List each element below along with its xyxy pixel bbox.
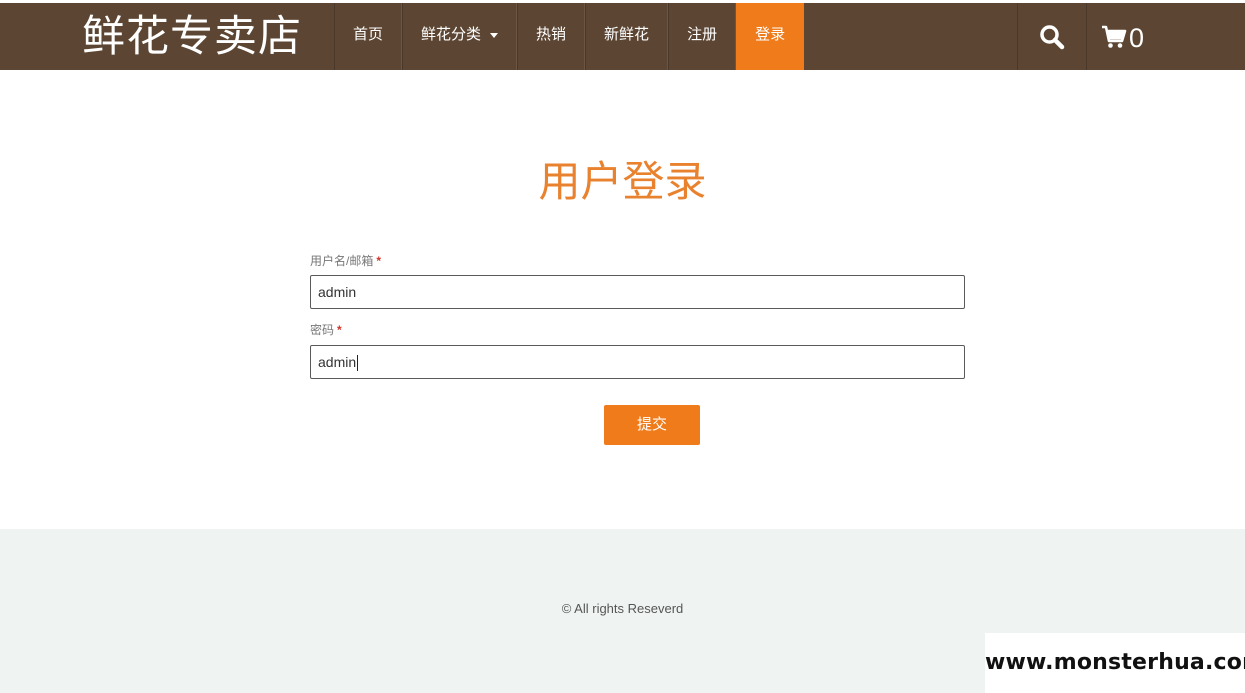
nav-hot[interactable]: 热销	[517, 3, 586, 70]
password-label: 密码 *	[310, 321, 342, 338]
search-icon	[1040, 24, 1065, 49]
header-tools: 0	[1017, 3, 1156, 70]
required-mark: *	[376, 254, 382, 268]
required-mark: *	[337, 323, 342, 337]
nav-home[interactable]: 首页	[334, 3, 403, 70]
username-label: 用户名/邮箱 *	[310, 252, 381, 269]
username-value: admin	[318, 284, 357, 300]
cart-button[interactable]: 0	[1086, 3, 1156, 70]
caret-down-icon	[490, 32, 499, 38]
search-button[interactable]	[1017, 3, 1086, 70]
watermark: www.monsterhua.com	[985, 633, 1245, 693]
password-input[interactable]: admin	[310, 345, 965, 379]
nav-register[interactable]: 注册	[668, 3, 737, 70]
copyright-text: © All rights Reseverd	[561, 601, 684, 616]
nav-new-flowers[interactable]: 新鲜花	[585, 3, 669, 70]
username-label-text: 用户名/邮箱	[310, 254, 374, 268]
username-input[interactable]: admin	[310, 275, 965, 309]
nav-new-flowers-label: 新鲜花	[604, 26, 650, 43]
cart-count: 0	[1129, 23, 1145, 53]
main-menu: 首页 鲜花分类 热销 新鲜花 注册 登录	[334, 3, 805, 70]
nav-register-label: 注册	[687, 26, 718, 43]
nav-home-label: 首页	[353, 26, 384, 43]
password-label-text: 密码	[310, 323, 335, 337]
nav-categories-label: 鲜花分类	[421, 26, 482, 43]
text-cursor	[357, 355, 359, 372]
brand-logo[interactable]: 鲜花专卖店	[82, 6, 302, 68]
nav-login-label: 登录	[755, 26, 786, 43]
submit-button[interactable]: 提交	[604, 405, 700, 445]
cart-icon	[1102, 25, 1127, 48]
page-title: 用户登录	[538, 157, 707, 206]
nav-categories[interactable]: 鲜花分类	[402, 3, 518, 70]
password-value: admin	[318, 354, 357, 370]
navbar: 鲜花专卖店 首页 鲜花分类 热销 新鲜花 注册 登录 0	[0, 3, 1245, 70]
nav-hot-label: 热销	[536, 26, 567, 43]
nav-login[interactable]: 登录	[736, 3, 805, 70]
